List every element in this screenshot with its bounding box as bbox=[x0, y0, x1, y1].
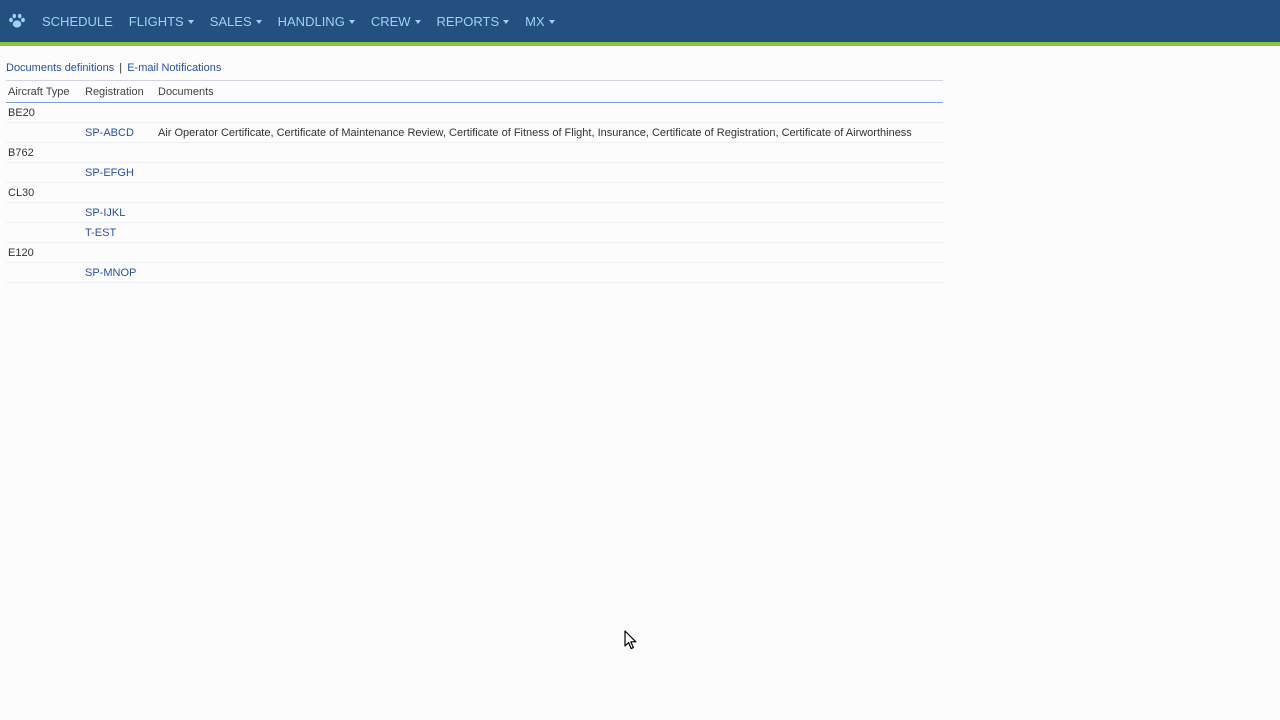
caret-down-icon bbox=[548, 19, 555, 24]
menu-label: FLIGHTS bbox=[128, 13, 184, 29]
aircraft-type-cell bbox=[6, 222, 83, 243]
caret-down-icon bbox=[348, 19, 355, 24]
table-header-row: Aircraft Type Registration Documents bbox=[6, 80, 943, 103]
documents-cell bbox=[156, 202, 943, 223]
table-row-type-group: B762 bbox=[6, 142, 943, 163]
registration-cell bbox=[83, 102, 156, 123]
menu-sales[interactable]: SALES bbox=[202, 0, 270, 42]
menu-mx[interactable]: MX bbox=[517, 0, 563, 42]
documents-cell bbox=[156, 222, 943, 243]
documents-cell bbox=[156, 142, 943, 163]
registration-link[interactable]: SP-ABCD bbox=[83, 122, 156, 143]
menu-schedule[interactable]: SCHEDULE bbox=[34, 0, 121, 42]
registration-link[interactable]: SP-EFGH bbox=[83, 162, 156, 183]
email-notifications-link[interactable]: E-mail Notifications bbox=[127, 62, 221, 74]
documents-cell bbox=[156, 262, 943, 283]
table-row-aircraft[interactable]: SP-MNOP bbox=[6, 262, 943, 283]
main-content: Documents definitions | E-mail Notificat… bbox=[6, 60, 943, 283]
column-header-documents[interactable]: Documents bbox=[156, 80, 943, 103]
main-menu: SCHEDULE FLIGHTS SALES HANDLING CREW REP… bbox=[34, 0, 563, 42]
aircraft-type-cell: BE20 bbox=[6, 102, 83, 123]
caret-down-icon bbox=[414, 19, 421, 24]
table-row-type-group: E120 bbox=[6, 242, 943, 263]
subnav-links: Documents definitions | E-mail Notificat… bbox=[6, 60, 943, 76]
table-row-type-group: BE20 bbox=[6, 102, 943, 123]
menu-crew[interactable]: CREW bbox=[363, 0, 429, 42]
mouse-pointer-icon bbox=[624, 630, 638, 655]
table-row-type-group: CL30 bbox=[6, 182, 943, 203]
table-row-aircraft[interactable]: SP-EFGH bbox=[6, 162, 943, 183]
menu-handling[interactable]: HANDLING bbox=[270, 0, 363, 42]
documents-definitions-link[interactable]: Documents definitions bbox=[6, 62, 114, 74]
registration-link[interactable]: T-EST bbox=[83, 222, 156, 243]
documents-cell bbox=[156, 182, 943, 203]
table-row-aircraft[interactable]: T-EST bbox=[6, 222, 943, 243]
column-header-aircraft-type[interactable]: Aircraft Type bbox=[6, 80, 83, 103]
column-header-registration[interactable]: Registration bbox=[83, 80, 156, 103]
registration-cell bbox=[83, 182, 156, 203]
menu-label: MX bbox=[525, 13, 545, 29]
documents-cell bbox=[156, 242, 943, 263]
caret-down-icon bbox=[255, 19, 262, 24]
aircraft-type-cell: CL30 bbox=[6, 182, 83, 203]
caret-down-icon bbox=[187, 19, 194, 24]
paw-icon[interactable] bbox=[0, 0, 34, 42]
documents-cell bbox=[156, 162, 943, 183]
aircraft-type-cell: B762 bbox=[6, 142, 83, 163]
menu-flights[interactable]: FLIGHTS bbox=[121, 0, 202, 42]
registration-link[interactable]: SP-MNOP bbox=[83, 262, 156, 283]
menu-label: SCHEDULE bbox=[42, 13, 113, 29]
top-navigation-bar: SCHEDULE FLIGHTS SALES HANDLING CREW REP… bbox=[0, 0, 1280, 46]
documents-cell: Air Operator Certificate, Certificate of… bbox=[156, 122, 943, 143]
registration-cell bbox=[83, 242, 156, 263]
menu-label: HANDLING bbox=[277, 13, 345, 29]
registration-link[interactable]: SP-IJKL bbox=[83, 202, 156, 223]
aircraft-type-cell bbox=[6, 262, 83, 283]
aircraft-type-cell: E120 bbox=[6, 242, 83, 263]
menu-label: REPORTS bbox=[436, 13, 500, 29]
link-separator: | bbox=[119, 62, 123, 74]
menu-reports[interactable]: REPORTS bbox=[429, 0, 518, 42]
aircraft-type-cell bbox=[6, 162, 83, 183]
registration-cell bbox=[83, 142, 156, 163]
aircraft-type-cell bbox=[6, 202, 83, 223]
caret-down-icon bbox=[503, 19, 510, 24]
table-row-aircraft[interactable]: SP-ABCD Air Operator Certificate, Certif… bbox=[6, 122, 943, 143]
menu-label: CREW bbox=[370, 13, 411, 29]
aircraft-type-cell bbox=[6, 122, 83, 143]
documents-cell bbox=[156, 102, 943, 123]
menu-label: SALES bbox=[209, 13, 252, 29]
table-row-aircraft[interactable]: SP-IJKL bbox=[6, 202, 943, 223]
aircraft-documents-table: Aircraft Type Registration Documents BE2… bbox=[6, 80, 943, 283]
